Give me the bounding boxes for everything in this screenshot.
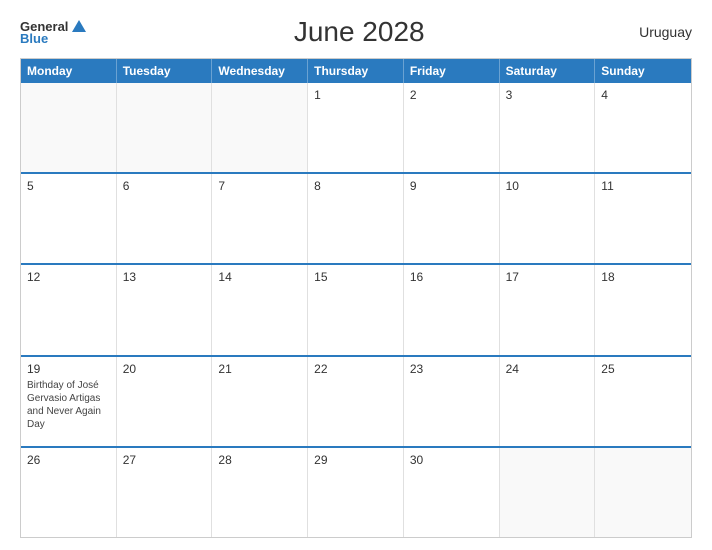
day-number: 6 xyxy=(123,178,206,195)
day-number: 21 xyxy=(218,361,301,378)
cal-cell-20: 20 xyxy=(117,357,213,446)
logo-triangle-icon xyxy=(70,20,86,34)
day-number: 20 xyxy=(123,361,206,378)
day-number: 25 xyxy=(601,361,685,378)
cal-cell-15: 15 xyxy=(308,265,404,354)
day-number: 10 xyxy=(506,178,589,195)
weekday-saturday: Saturday xyxy=(500,59,596,83)
cal-cell-7: 7 xyxy=(212,174,308,263)
cal-cell-22: 22 xyxy=(308,357,404,446)
day-number: 26 xyxy=(27,452,110,469)
cal-cell-16: 16 xyxy=(404,265,500,354)
day-number: 16 xyxy=(410,269,493,286)
cal-cell-3: 3 xyxy=(500,83,596,172)
day-number: 23 xyxy=(410,361,493,378)
cal-cell-28: 28 xyxy=(212,448,308,537)
cal-cell-4: 4 xyxy=(595,83,691,172)
cal-cell-24: 24 xyxy=(500,357,596,446)
cal-cell-13: 13 xyxy=(117,265,213,354)
header: General Blue June 2028 Uruguay xyxy=(20,16,692,48)
cal-cell-empty xyxy=(500,448,596,537)
day-number: 24 xyxy=(506,361,589,378)
day-number: 29 xyxy=(314,452,397,469)
page: General Blue June 2028 Uruguay Monday Tu… xyxy=(0,0,712,550)
day-number: 2 xyxy=(410,87,493,104)
cal-cell-1: 1 xyxy=(308,83,404,172)
cal-cell-21: 21 xyxy=(212,357,308,446)
cal-cell-11: 11 xyxy=(595,174,691,263)
cal-cell-empty xyxy=(117,83,213,172)
weekday-tuesday: Tuesday xyxy=(117,59,213,83)
cal-cell-18: 18 xyxy=(595,265,691,354)
cal-cell-9: 9 xyxy=(404,174,500,263)
cal-cell-empty xyxy=(21,83,117,172)
day-number: 4 xyxy=(601,87,685,104)
day-number: 28 xyxy=(218,452,301,469)
cal-cell-27: 27 xyxy=(117,448,213,537)
cal-cell-19: 19 Birthday of José Gervasio Artigas and… xyxy=(21,357,117,446)
calendar-header: Monday Tuesday Wednesday Thursday Friday… xyxy=(21,59,691,83)
day-number: 12 xyxy=(27,269,110,286)
calendar-row-5: 26 27 28 29 30 xyxy=(21,448,691,537)
day-number: 30 xyxy=(410,452,493,469)
day-number: 22 xyxy=(314,361,397,378)
cal-cell-6: 6 xyxy=(117,174,213,263)
cal-cell-14: 14 xyxy=(212,265,308,354)
cal-cell-empty xyxy=(212,83,308,172)
logo: General Blue xyxy=(20,20,86,45)
day-number: 3 xyxy=(506,87,589,104)
day-number: 5 xyxy=(27,178,110,195)
cal-cell-30: 30 xyxy=(404,448,500,537)
cal-cell-10: 10 xyxy=(500,174,596,263)
day-number: 15 xyxy=(314,269,397,286)
day-number: 7 xyxy=(218,178,301,195)
country-label: Uruguay xyxy=(632,24,692,40)
calendar-title: June 2028 xyxy=(86,16,632,48)
cal-cell-12: 12 xyxy=(21,265,117,354)
day-number: 27 xyxy=(123,452,206,469)
weekday-monday: Monday xyxy=(21,59,117,83)
cal-cell-17: 17 xyxy=(500,265,596,354)
calendar-row-1: 1 2 3 4 xyxy=(21,83,691,174)
day-number: 17 xyxy=(506,269,589,286)
calendar-row-3: 12 13 14 15 16 17 18 xyxy=(21,265,691,356)
cal-cell-26: 26 xyxy=(21,448,117,537)
day-number: 11 xyxy=(601,178,685,195)
day-number: 19 xyxy=(27,361,110,378)
day-event: Birthday of José Gervasio Artigas and Ne… xyxy=(27,379,110,431)
calendar-row-2: 5 6 7 8 9 10 11 xyxy=(21,174,691,265)
day-number: 14 xyxy=(218,269,301,286)
calendar-body: 1 2 3 4 5 6 xyxy=(21,83,691,537)
cal-cell-29: 29 xyxy=(308,448,404,537)
cal-cell-5: 5 xyxy=(21,174,117,263)
day-number: 8 xyxy=(314,178,397,195)
calendar-row-4: 19 Birthday of José Gervasio Artigas and… xyxy=(21,357,691,448)
cal-cell-25: 25 xyxy=(595,357,691,446)
day-number: 18 xyxy=(601,269,685,286)
day-number: 1 xyxy=(314,87,397,104)
weekday-thursday: Thursday xyxy=(308,59,404,83)
logo-blue: Blue xyxy=(20,32,48,45)
cal-cell-2: 2 xyxy=(404,83,500,172)
calendar: Monday Tuesday Wednesday Thursday Friday… xyxy=(20,58,692,538)
day-number: 13 xyxy=(123,269,206,286)
weekday-wednesday: Wednesday xyxy=(212,59,308,83)
cal-cell-empty xyxy=(595,448,691,537)
day-number: 9 xyxy=(410,178,493,195)
weekday-friday: Friday xyxy=(404,59,500,83)
cal-cell-8: 8 xyxy=(308,174,404,263)
weekday-sunday: Sunday xyxy=(595,59,691,83)
cal-cell-23: 23 xyxy=(404,357,500,446)
